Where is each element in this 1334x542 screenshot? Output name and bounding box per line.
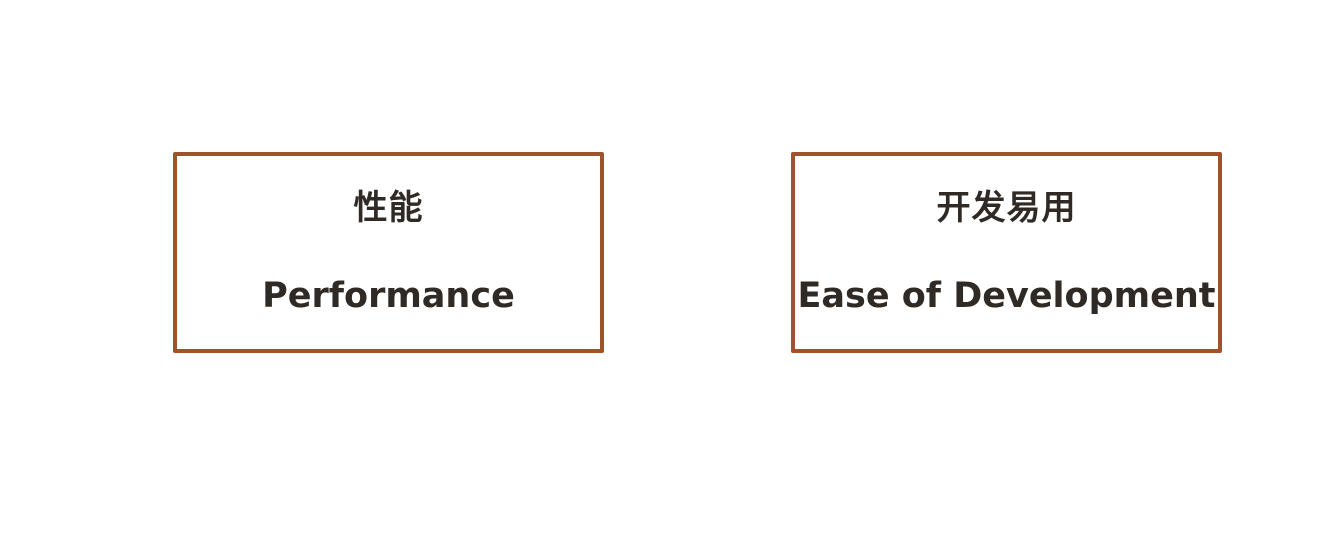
performance-label-zh: 性能 xyxy=(353,188,424,228)
performance-box: 性能 Performance xyxy=(173,152,604,353)
diagram-canvas: 性能 Performance 开发易用 Ease of Development xyxy=(0,0,1334,542)
ease-of-development-box: 开发易用 Ease of Development xyxy=(791,152,1222,353)
ease-of-development-label-zh: 开发易用 xyxy=(936,188,1077,228)
performance-label-en: Performance xyxy=(262,276,515,316)
ease-of-development-label-en: Ease of Development xyxy=(797,276,1216,316)
